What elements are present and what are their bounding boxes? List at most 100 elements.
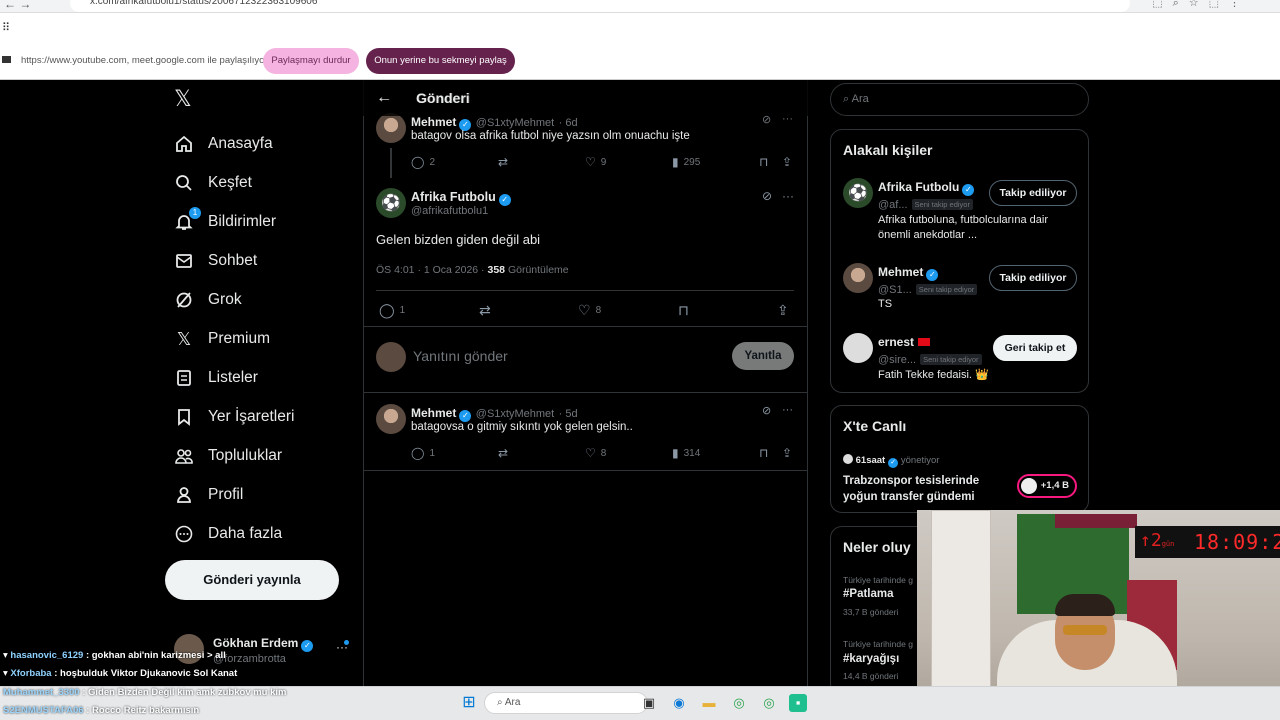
sidebar-item-explore[interactable]: Keşfet: [173, 168, 252, 198]
back-arrow-icon[interactable]: ←: [376, 89, 392, 107]
sidebar-item-chat[interactable]: Sohbet: [173, 246, 257, 276]
person-icon: [173, 484, 195, 506]
bookmark-action[interactable]: ⊓: [759, 446, 773, 460]
tweet-handle[interactable]: @S1xtyMehmet: [476, 117, 554, 129]
reply-action[interactable]: ◯ 2: [411, 155, 435, 169]
trend-name[interactable]: #karyağışı: [843, 653, 899, 665]
unread-dot: [344, 640, 349, 645]
browser-action-icons[interactable]: ⬚⌕☆⬚⋮: [1152, 0, 1250, 10]
tweet-handle[interactable]: @S1xtyMehmet: [476, 408, 554, 420]
like-action[interactable]: ♡ 9: [585, 155, 606, 169]
task-view-icon[interactable]: ▣: [640, 694, 658, 712]
follows-you-badge: Seni takip ediyor: [915, 284, 978, 295]
x-logo-icon[interactable]: 𝕏: [174, 88, 196, 112]
search-input[interactable]: ⌕ Ara: [830, 83, 1089, 116]
more-icon[interactable]: ···: [782, 113, 793, 125]
page-title: Gönderi: [416, 90, 470, 106]
live-card[interactable]: X'te Canlı 61saat ✓ yönetiyor Trabzonspor…: [830, 405, 1089, 513]
share-this-tab-button[interactable]: Onun yerine bu sekmeyi paylaş: [366, 48, 515, 74]
reply-button[interactable]: Yanıtla: [732, 342, 794, 370]
avatar[interactable]: [843, 333, 873, 363]
share-action[interactable]: ⇪: [782, 446, 797, 460]
avatar[interactable]: [376, 404, 406, 434]
sidebar-item-profile[interactable]: Profil: [173, 480, 243, 510]
tweet-time[interactable]: · 6d: [559, 117, 578, 129]
grok-icon[interactable]: ⊘: [762, 189, 772, 203]
person-name[interactable]: ernest: [878, 333, 931, 351]
like-action[interactable]: ♡ 8: [585, 446, 606, 460]
reply-action[interactable]: ◯ 1: [411, 446, 435, 460]
chat-message: S2ENMUSTAFA06 : Rocco Reitz bakarmısın: [3, 705, 199, 716]
views-action[interactable]: ▮ 295: [672, 155, 700, 169]
sidebar-item-lists[interactable]: Listeler: [173, 363, 258, 393]
bookmark-action[interactable]: ⊓: [759, 155, 773, 169]
views-icon: ▮: [672, 446, 679, 460]
app-icon[interactable]: ▪: [789, 694, 807, 712]
grok-icon[interactable]: ⊘: [762, 404, 771, 417]
more-icon[interactable]: ···: [782, 404, 793, 416]
verified-icon: ✓: [301, 640, 314, 652]
retweet-icon: ⇄: [498, 155, 509, 169]
sidebar-item-premium[interactable]: 𝕏 Premium: [173, 324, 270, 354]
retweet-action[interactable]: ⇄: [498, 155, 513, 169]
avatar[interactable]: [376, 113, 406, 143]
person-name[interactable]: Afrika Futbolu ✓: [878, 178, 975, 196]
windows-start-icon[interactable]: ⊞: [460, 694, 478, 712]
tweet-handle[interactable]: @afrikafutbolu1: [411, 205, 488, 217]
post-button[interactable]: Gönderi yayınla: [165, 560, 339, 600]
live-topic: Trabzonspor tesislerinde yoğun transfer …: [843, 475, 980, 503]
tweet-author-name[interactable]: Afrika Futbolu: [411, 190, 496, 204]
more-circle-icon: [173, 523, 195, 545]
person-name[interactable]: Mehmet ✓: [878, 263, 939, 281]
tweet-time[interactable]: · 5d: [559, 408, 578, 420]
search-icon: [173, 172, 195, 194]
grid-icon[interactable]: ⠿: [2, 21, 10, 34]
bookmark-icon: ⊓: [759, 155, 769, 169]
share-action[interactable]: ⇪: [782, 155, 797, 169]
retweet-action[interactable]: ⇄: [479, 302, 496, 319]
reply-icon: ◯: [379, 302, 395, 318]
following-button[interactable]: Takip ediliyor: [989, 180, 1077, 206]
tweet-author-name[interactable]: Mehmet: [411, 406, 456, 420]
avatar[interactable]: [843, 263, 873, 293]
like-action[interactable]: ♡ 8: [578, 302, 601, 319]
sidebar-item-grok[interactable]: Grok: [173, 285, 242, 315]
screen-share-bar: https://www.youtube.com, meet.google.com…: [0, 42, 1280, 80]
tweet-author-name[interactable]: Mehmet: [411, 115, 456, 129]
more-icon[interactable]: ···: [782, 189, 794, 203]
avatar[interactable]: ⚽: [843, 178, 873, 208]
reply-input[interactable]: Yanıtını gönder: [413, 348, 508, 364]
stop-sharing-button[interactable]: Paylaşmayı durdur: [263, 48, 359, 74]
retweet-action[interactable]: ⇄: [498, 446, 513, 460]
card-title: X'te Canlı: [843, 418, 907, 434]
folder-icon[interactable]: ▬: [700, 694, 718, 712]
avatar[interactable]: ⚽: [376, 188, 406, 218]
grok-icon[interactable]: ⊘: [762, 113, 771, 126]
share-action[interactable]: ⇪: [777, 302, 794, 319]
sidebar-item-communities[interactable]: Topluluklar: [173, 441, 282, 471]
tweet-header: Afrika Futbolu ✓: [411, 188, 511, 206]
back-forward-icon[interactable]: ← →: [4, 0, 31, 11]
sidebar-item-notifications[interactable]: 1 Bildirimler: [173, 207, 276, 237]
thread-line: [390, 148, 392, 178]
chrome-profile-icon[interactable]: ◎: [760, 694, 778, 712]
people-icon: [173, 445, 195, 467]
trend-context: Türkiye tarihinde g: [843, 639, 913, 649]
related-people-card: Alakalı kişiler ⚽ Afrika Futbolu ✓ @af...…: [830, 129, 1089, 393]
address-bar[interactable]: x.com/afrikafutbolu1/status/200671232236…: [70, 0, 1130, 12]
trend-name[interactable]: #Patlama: [843, 588, 894, 600]
views-action[interactable]: ▮ 314: [672, 446, 700, 460]
taskbar-search[interactable]: ⌕ Ara: [484, 692, 648, 714]
sidebar-item-more[interactable]: Daha fazla: [173, 519, 282, 549]
reply-action[interactable]: ◯ 1: [379, 302, 405, 319]
bookmark-action[interactable]: ⊓: [678, 302, 694, 319]
tweet-timestamp[interactable]: ÖS 4:01 · 1 Oca 2026 ·: [376, 264, 485, 276]
sidebar-item-home[interactable]: Anasayfa: [173, 129, 273, 159]
follow-back-button[interactable]: Geri takip et: [993, 335, 1077, 361]
sidebar-item-bookmarks[interactable]: Yer İşaretleri: [173, 402, 294, 432]
stream-timer-clock: 18:09:26: [1194, 530, 1280, 554]
divider: [376, 290, 794, 291]
following-button[interactable]: Takip ediliyor: [989, 265, 1077, 291]
edge-icon[interactable]: ◉: [670, 694, 688, 712]
chrome-icon[interactable]: ◎: [730, 694, 748, 712]
